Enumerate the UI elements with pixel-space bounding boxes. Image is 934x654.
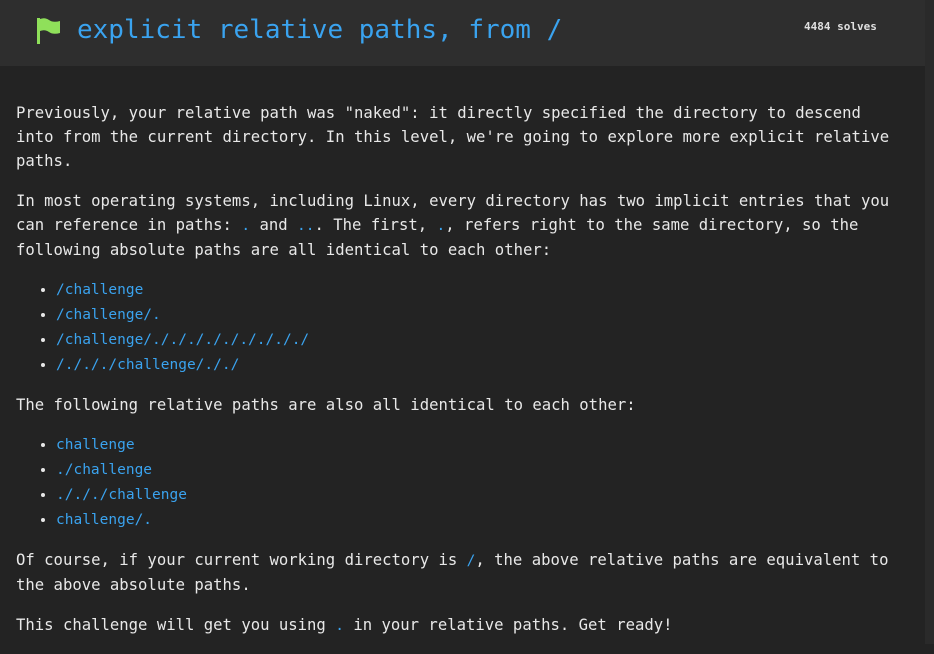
absolute-paths-list: /challenge /challenge/. /challenge/././.… — [16, 278, 896, 378]
inline-code: . — [335, 618, 344, 634]
closing-paragraph: This challenge will get you using . in y… — [16, 616, 673, 634]
list-item: /challenge — [56, 278, 896, 303]
list-item: ./challenge — [56, 458, 896, 483]
list-item: /./././challenge/././ — [56, 353, 896, 378]
scrollbar[interactable] — [925, 0, 934, 644]
inline-code: .. — [297, 218, 315, 234]
list-item: challenge — [56, 433, 896, 458]
list-item: /challenge/. — [56, 303, 896, 328]
list-item: /challenge/./././././././././ — [56, 328, 896, 353]
implicit-entries-paragraph: In most operating systems, including Lin… — [16, 192, 890, 259]
list-item: challenge/. — [56, 508, 896, 533]
challenge-description: Previously, your relative path was "nake… — [16, 101, 896, 654]
inline-code: . — [241, 218, 251, 234]
flag-icon — [37, 18, 60, 44]
relative-paths-list: challenge ./challenge ./././challenge ch… — [16, 433, 896, 533]
equivalence-paragraph: Of course, if your current working direc… — [16, 551, 889, 594]
solves-count: 4484 solves — [804, 20, 877, 33]
challenge-title: explicit relative paths, from / — [77, 15, 563, 45]
list-item: ./././challenge — [56, 483, 896, 508]
intro-paragraph: Previously, your relative path was "nake… — [16, 104, 890, 170]
challenge-header: explicit relative paths, from / 4484 sol… — [0, 0, 925, 66]
relative-paths-paragraph: The following relative paths are also al… — [16, 396, 636, 414]
inline-code: . — [436, 218, 446, 234]
